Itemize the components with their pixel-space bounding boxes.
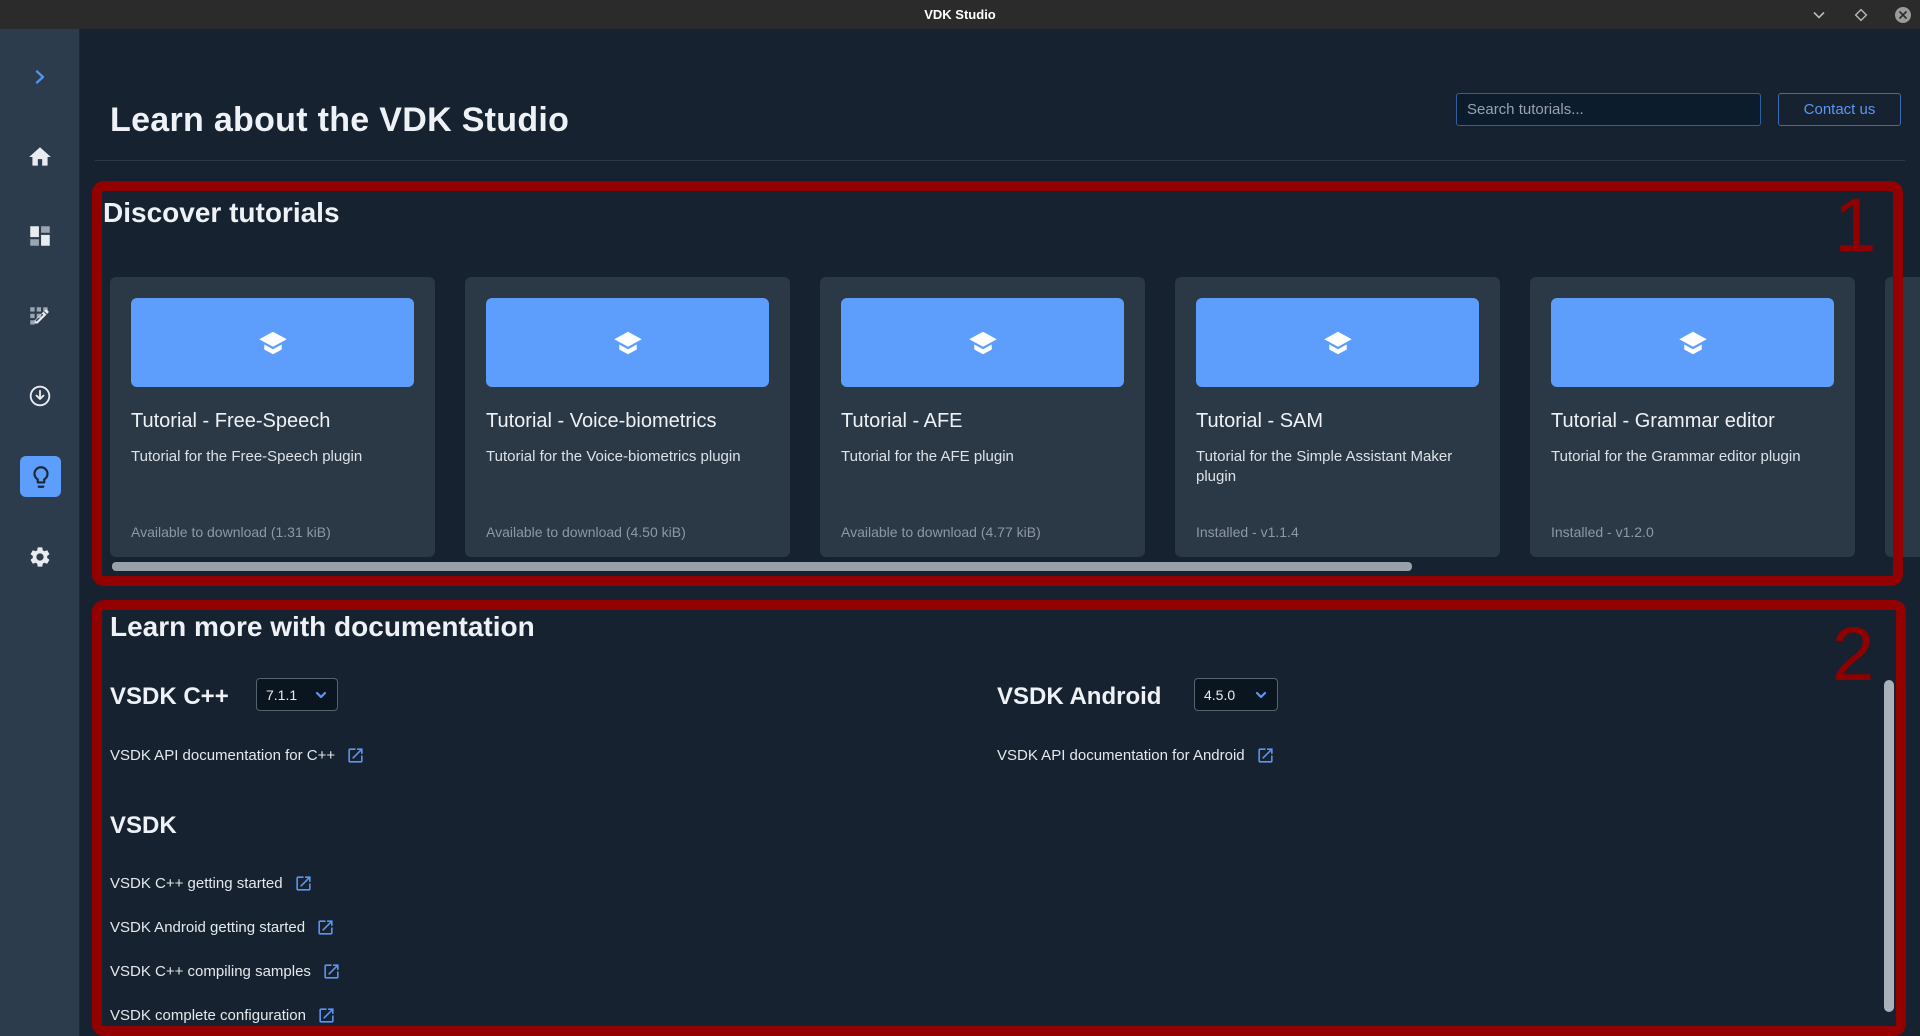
card-banner [1196,298,1479,387]
sidebar-item-downloads[interactable] [0,376,80,416]
external-link-icon [317,1006,336,1025]
card-title: Tutorial - SAM [1196,410,1479,433]
external-link-icon [294,874,313,893]
tutorial-card-free-speech[interactable]: Tutorial - Free-Speech Tutorial for the … [110,277,435,557]
tutorial-card-afe[interactable]: Tutorial - AFE Tutorial for the AFE plug… [820,277,1145,557]
card-status: Available to download (4.50 kiB) [486,524,769,540]
graduation-cap-icon [258,328,288,358]
link-label: VSDK C++ compiling samples [110,963,311,980]
sidebar-item-dashboard[interactable] [0,216,80,256]
link-vsdk-complete-configuration[interactable]: VSDK complete configuration [110,1006,336,1025]
vsdk-android-title: VSDK Android [997,683,1161,711]
chevron-right-icon [31,68,49,86]
card-title: Tutorial - Voice-biometrics [486,410,769,433]
window-maximize-button[interactable] [1852,6,1870,24]
graduation-cap-icon [1323,328,1353,358]
graduation-cap-icon [968,328,998,358]
home-icon [27,144,53,170]
vsdk-cpp-version-select[interactable]: 7.1.1 [256,678,338,711]
link-label: VSDK C++ getting started [110,875,283,892]
window-controls [1810,0,1912,29]
card-status: Available to download (1.31 kiB) [131,524,414,540]
card-banner [1551,298,1834,387]
vsdk-cpp-title: VSDK C++ [110,683,229,711]
link-vsdk-android-getting-started[interactable]: VSDK Android getting started [110,918,335,937]
grid-pencil-icon [27,304,53,330]
card-description: Tutorial for the Simple Assistant Maker … [1196,447,1479,487]
tutorial-card-voice-biometrics[interactable]: Tutorial - Voice-biometrics Tutorial for… [465,277,790,557]
graduation-cap-icon [1678,328,1708,358]
chevron-down-icon [314,688,328,702]
graduation-cap-icon [613,328,643,358]
main-content: Learn about the VDK Studio Contact us Di… [80,29,1920,1036]
vertical-scrollbar[interactable] [1884,680,1894,1012]
gear-icon [28,545,52,569]
link-label: VSDK API documentation for Android [997,747,1245,764]
window-title: VDK Studio [924,7,996,22]
sidebar-item-home[interactable] [0,137,80,177]
selected-version: 7.1.1 [266,687,297,703]
card-status: Installed - v1.1.4 [1196,524,1479,540]
sidebar [0,29,80,1036]
link-vsdk-cpp-getting-started[interactable]: VSDK C++ getting started [110,874,313,893]
sidebar-item-settings[interactable] [0,537,80,577]
tutorial-card-sam[interactable]: Tutorial - SAM Tutorial for the Simple A… [1175,277,1500,557]
card-title: Tutorial - AFE [841,410,1124,433]
card-banner [131,298,414,387]
link-label: VSDK Android getting started [110,919,305,936]
link-api-doc-android[interactable]: VSDK API documentation for Android [997,746,1275,765]
discover-tutorials-title: Discover tutorials [103,197,340,229]
documentation-title: Learn more with documentation [110,611,535,643]
card-description: Tutorial for the Voice-biometrics plugin [486,447,769,467]
card-description: Tutorial for the Free-Speech plugin [131,447,414,467]
cards-horizontal-scrollbar[interactable] [112,562,1412,571]
titlebar: VDK Studio [0,0,1920,29]
sidebar-item-learn[interactable] [20,456,61,497]
page-title: Learn about the VDK Studio [110,101,569,140]
search-input[interactable] [1456,93,1761,126]
header-divider [95,160,1905,161]
window-shade-button[interactable] [1810,6,1828,24]
sidebar-item-designer[interactable] [0,297,80,337]
sidebar-expand-button[interactable] [0,57,80,97]
vsdk-section-title: VSDK [110,812,177,840]
external-link-icon [346,746,365,765]
contact-us-button[interactable]: Contact us [1778,93,1901,126]
link-vsdk-cpp-compiling-samples[interactable]: VSDK C++ compiling samples [110,962,341,981]
card-banner [841,298,1124,387]
close-icon [1895,7,1911,23]
chevron-down-icon [1811,7,1827,23]
card-title: Tutorial - Free-Speech [131,410,414,433]
dashboard-icon [27,223,53,249]
tutorial-card-partial[interactable] [1885,277,1920,557]
vsdk-android-version-select[interactable]: 4.5.0 [1194,678,1278,711]
link-label: VSDK complete configuration [110,1007,306,1024]
card-status: Installed - v1.2.0 [1551,524,1834,540]
card-description: Tutorial for the Grammar editor plugin [1551,447,1834,467]
chevron-down-icon [1254,688,1268,702]
tutorial-cards-row: Tutorial - Free-Speech Tutorial for the … [110,277,1920,557]
card-title: Tutorial - Grammar editor [1551,410,1834,433]
lightbulb-icon [28,464,54,490]
external-link-icon [322,962,341,981]
selected-version: 4.5.0 [1204,687,1235,703]
card-description: Tutorial for the AFE plugin [841,447,1124,467]
external-link-icon [316,918,335,937]
tutorial-card-grammar-editor[interactable]: Tutorial - Grammar editor Tutorial for t… [1530,277,1855,557]
window-close-button[interactable] [1894,6,1912,24]
link-api-doc-cpp[interactable]: VSDK API documentation for C++ [110,746,365,765]
card-status: Available to download (4.77 kiB) [841,524,1124,540]
diamond-icon [1853,7,1869,23]
card-banner [486,298,769,387]
download-circle-icon [27,383,53,409]
link-label: VSDK API documentation for C++ [110,747,335,764]
external-link-icon [1256,746,1275,765]
